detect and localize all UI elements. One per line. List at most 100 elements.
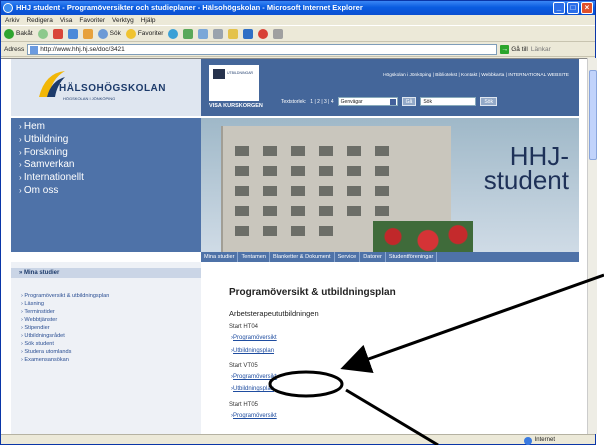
forward-arrow-icon — [37, 28, 48, 39]
tab-datorer[interactable]: Datorer — [360, 252, 386, 262]
term-label: Start HT04 — [229, 324, 259, 330]
genvagar-select[interactable]: Genvägar — [337, 97, 398, 106]
search-button[interactable]: Sök — [97, 28, 121, 39]
site-logo[interactable]: HÄLSOHÖGSKOLAN HÖGSKOLAN I JÖNKÖPING — [11, 59, 201, 116]
mina-studier-panel: » Mina studier Programöversikt & utbildn… — [11, 262, 201, 434]
edit-button[interactable] — [228, 28, 239, 39]
favorites-button[interactable]: Favoriter — [125, 28, 163, 39]
visa-kurskorgen-link[interactable]: VISA KURSKORGEN — [209, 103, 263, 109]
site-search-button[interactable]: Sök — [480, 97, 497, 106]
messenger-button[interactable] — [243, 28, 254, 39]
menu-hjalp[interactable]: Hjälp — [141, 15, 156, 25]
hero-title: HHJ-student — [483, 141, 569, 195]
nav-item-forskning[interactable]: Forskning — [11, 147, 201, 160]
vertical-scrollbar[interactable] — [587, 58, 597, 434]
menu-bar: Arkiv Redigera Visa Favoriter Verktyg Hj… — [1, 15, 595, 26]
nav-item-internationellt[interactable]: Internationellt — [11, 172, 201, 185]
ms-item[interactable]: Stipendier — [21, 325, 49, 331]
utbildningsplan-link[interactable]: Utbildningsplan — [231, 386, 274, 392]
status-bar: Internet — [1, 434, 595, 445]
search-row: Textstorlek: 1 | 2 | 3 | 4 Genvägar Gå S… — [281, 97, 497, 106]
nav-item-om-oss[interactable]: Om oss — [11, 185, 201, 198]
site-search-input[interactable]: Sök — [420, 97, 477, 106]
utbildningar-badge[interactable]: UTBILDNINGAR — [209, 65, 259, 101]
ms-item[interactable]: Webbtjänster — [21, 317, 57, 323]
ms-item[interactable]: Programöversikt & utbildningsplan — [21, 293, 109, 299]
tab-studentforeningar[interactable]: Studentföreningar — [386, 252, 438, 262]
close-button[interactable]: × — [581, 2, 593, 14]
stop-icon — [52, 28, 63, 39]
print-icon — [213, 28, 224, 39]
program-heading: Arbetsterapeututbildningen — [229, 309, 319, 318]
nav-item-utbildning[interactable]: Utbildning — [11, 134, 201, 147]
media-button[interactable] — [168, 28, 179, 39]
ie-icon — [3, 3, 13, 13]
browser-window: HHJ student - Programöversikter och stud… — [0, 0, 597, 445]
back-button[interactable]: Bakåt — [4, 28, 33, 39]
ms-item[interactable]: Sök student — [21, 341, 54, 347]
maximize-button[interactable]: □ — [567, 2, 579, 14]
links-button[interactable]: Länkar — [531, 46, 551, 53]
logo-subtitle: HÖGSKOLAN I JÖNKÖPING — [63, 96, 116, 101]
address-label: Adress — [4, 46, 25, 53]
refresh-icon — [67, 28, 78, 39]
logo-name: HÄLSOHÖGSKOLAN — [59, 83, 166, 94]
zone-indicator: Internet — [523, 435, 555, 446]
mina-studier-title[interactable]: » Mina studier — [11, 268, 201, 278]
window-title: HHJ student - Programöversikter och stud… — [16, 3, 363, 12]
tab-bar: Mina studier Tentamen Blanketter & Dokum… — [201, 252, 579, 262]
ms-item[interactable]: Terminstider — [21, 309, 54, 315]
discuss-button[interactable] — [258, 28, 269, 39]
textsize-label: Textstorlek: — [281, 98, 307, 105]
search-icon — [97, 28, 108, 39]
forward-button[interactable] — [37, 28, 48, 39]
programoversikt-link[interactable]: Programöversikt — [231, 374, 277, 380]
ms-item[interactable]: Utbildningsrådet — [21, 333, 64, 339]
menu-visa[interactable]: Visa — [60, 15, 73, 25]
calc-button[interactable] — [273, 28, 284, 39]
history-button[interactable] — [183, 28, 194, 39]
address-input[interactable]: http://www.hhj.hj.se/doc/3421 — [27, 44, 498, 55]
home-icon — [82, 28, 93, 39]
address-bar: Adress http://www.hhj.hj.se/doc/3421 → Gå… — [1, 43, 595, 57]
mail-button[interactable] — [198, 28, 209, 39]
stop-button[interactable] — [52, 28, 63, 39]
calculator-icon — [273, 28, 284, 39]
globe-icon — [523, 436, 532, 445]
minimize-button[interactable]: _ — [553, 2, 565, 14]
programoversikt-link[interactable]: Programöversikt — [231, 335, 277, 341]
ms-item[interactable]: Studera utomlands — [21, 349, 71, 355]
nav-item-hem[interactable]: Hem — [11, 121, 201, 134]
print-button[interactable] — [213, 28, 224, 39]
history-icon — [183, 28, 194, 39]
tab-service[interactable]: Service — [335, 252, 361, 262]
scrollbar-thumb[interactable] — [589, 70, 597, 160]
ms-item[interactable]: Examensansökan — [21, 357, 68, 363]
hero-image: HHJ-student — [201, 118, 579, 260]
term-label: Start VT05 — [229, 363, 258, 369]
menu-favoriter[interactable]: Favoriter — [79, 15, 105, 25]
menu-redigera[interactable]: Redigera — [26, 15, 52, 25]
menu-verktyg[interactable]: Verktyg — [112, 15, 134, 25]
refresh-button[interactable] — [67, 28, 78, 39]
textsize-options[interactable]: 1 | 2 | 3 | 4 — [310, 99, 333, 105]
ga-button[interactable]: Gå — [401, 97, 417, 106]
menu-arkiv[interactable]: Arkiv — [5, 15, 19, 25]
media-icon — [168, 28, 179, 39]
title-bar: HHJ student - Programöversikter och stud… — [1, 1, 595, 15]
tab-mina-studier[interactable]: Mina studier — [201, 252, 239, 262]
utbildningsplan-link[interactable]: Utbildningsplan — [231, 348, 274, 354]
tab-blanketter[interactable]: Blanketter & Dokument — [270, 252, 335, 262]
go-button[interactable]: → Gå till — [500, 45, 528, 54]
ms-item[interactable]: Läsning — [21, 301, 44, 307]
tab-tentamen[interactable]: Tentamen — [238, 252, 271, 262]
main-content: Programöversikt & utbildningsplan Arbets… — [209, 262, 569, 434]
top-links[interactable]: Högskolan i Jönköping | Bibliotekst | Ko… — [383, 73, 569, 78]
home-button[interactable] — [82, 28, 93, 39]
programoversikt-link[interactable]: Programöversikt — [231, 413, 277, 419]
page-viewport: HÄLSOHÖGSKOLAN HÖGSKOLAN I JÖNKÖPING UTB… — [1, 58, 587, 434]
term-label: Start HT05 — [229, 402, 259, 408]
basket-icon — [213, 69, 225, 79]
nav-item-samverkan[interactable]: Samverkan — [11, 159, 201, 172]
word-icon — [243, 28, 254, 39]
